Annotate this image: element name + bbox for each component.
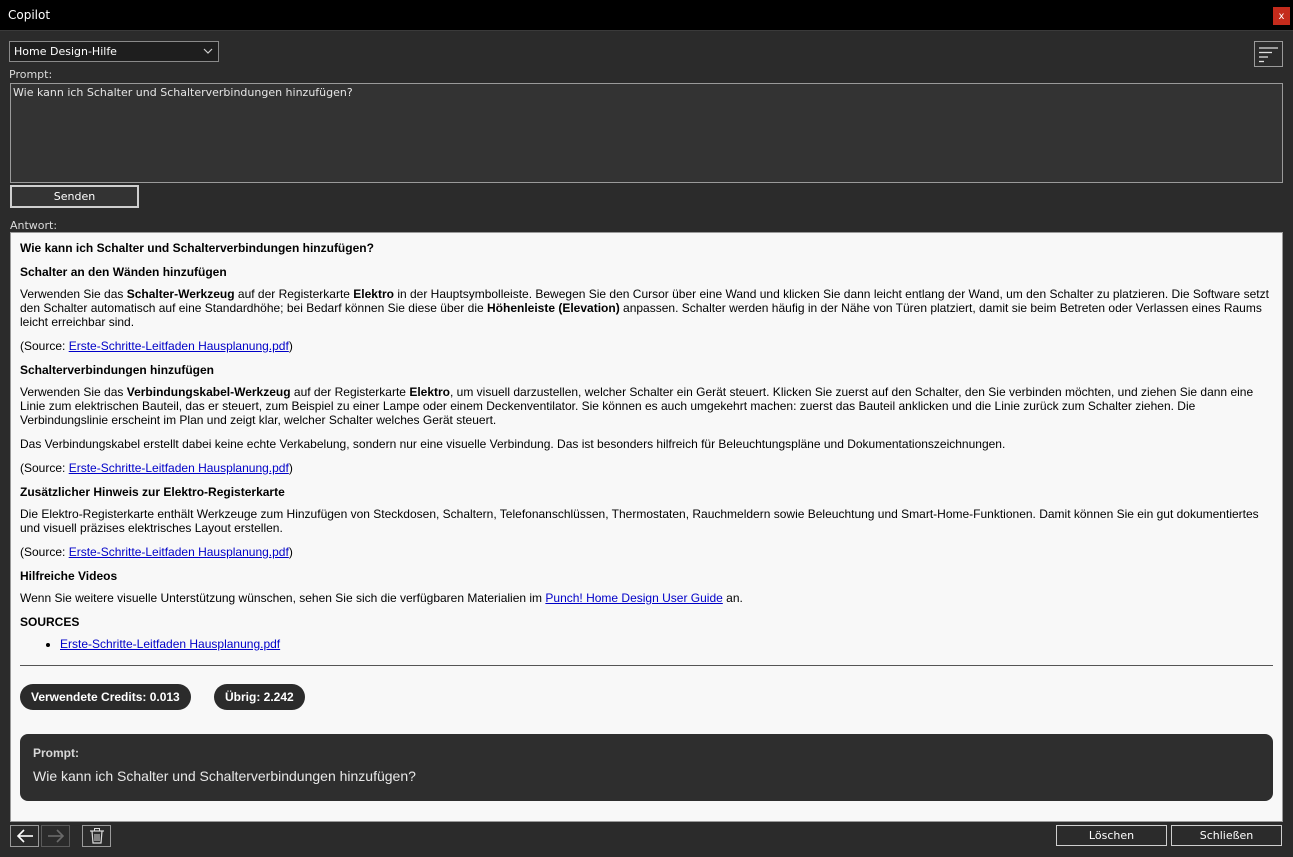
section-text-electro-tab: Die Elektro-Registerkarte enthält Werkze…	[20, 507, 1259, 535]
prompt-input[interactable]: Wie kann ich Schalter und Schalterverbin…	[10, 83, 1283, 183]
send-button[interactable]: Senden	[10, 185, 139, 208]
section-title-electro-tab: Zusätzlicher Hinweis zur Elektro-Registe…	[20, 485, 285, 499]
close-button[interactable]: Schließen	[1171, 825, 1282, 846]
sources-title: SOURCES	[20, 615, 80, 629]
section-title-connections: Schalterverbindungen hinzufügen	[20, 363, 215, 377]
sort-lines-icon	[1259, 47, 1278, 63]
answer-panel[interactable]: Wie kann ich Schalter und Schalterverbin…	[10, 232, 1283, 822]
menu-button[interactable]	[1254, 41, 1283, 67]
forward-button[interactable]	[41, 825, 70, 847]
credits-row: Verwendete Credits: 0.013 Übrig: 2.242	[20, 684, 1273, 710]
arrow-right-icon	[47, 829, 64, 843]
back-button[interactable]	[10, 825, 39, 847]
mode-dropdown-value: Home Design-Hilfe	[14, 45, 117, 58]
prompt-echo-label: Prompt:	[33, 746, 79, 760]
user-guide-link[interactable]: Punch! Home Design User Guide	[545, 591, 722, 605]
prompt-label: Prompt:	[9, 68, 53, 81]
credits-used-badge: Verwendete Credits: 0.013	[20, 684, 191, 710]
window-title: Copilot	[8, 8, 51, 22]
source-link[interactable]: Erste-Schritte-Leitfaden Hausplanung.pdf	[69, 339, 289, 353]
section-text-connections: Verwenden Sie das Verbindungskabel-Werkz…	[20, 385, 1254, 427]
sources-list: Erste-Schritte-Leitfaden Hausplanung.pdf	[60, 637, 1273, 651]
source-link[interactable]: Erste-Schritte-Leitfaden Hausplanung.pdf	[69, 461, 289, 475]
section-text-switches: Verwenden Sie das Schalter-Werkzeug auf …	[20, 287, 1269, 329]
answer-heading: Wie kann ich Schalter und Schalterverbin…	[20, 241, 374, 255]
section-text-connections-2: Das Verbindungskabel erstellt dabei kein…	[20, 437, 1006, 451]
section-text-videos: Wenn Sie weitere visuelle Unterstützung …	[20, 591, 743, 605]
source-line: (Source: Erste-Schritte-Leitfaden Hauspl…	[20, 339, 293, 353]
delete-button[interactable]: Löschen	[1056, 825, 1167, 846]
section-title-videos: Hilfreiche Videos	[20, 569, 118, 583]
prompt-echo-card: Prompt: Wie kann ich Schalter und Schalt…	[20, 734, 1273, 801]
trash-icon	[89, 828, 104, 844]
source-line: (Source: Erste-Schritte-Leitfaden Hauspl…	[20, 461, 293, 475]
chevron-down-icon	[203, 48, 213, 54]
answer-label: Antwort:	[10, 219, 58, 232]
section-title-switches: Schalter an den Wänden hinzufügen	[20, 265, 227, 279]
prompt-echo-text: Wie kann ich Schalter und Schalterverbin…	[33, 768, 416, 784]
credits-remaining-badge: Übrig: 2.242	[214, 684, 305, 710]
title-bar: Copilot x	[0, 0, 1293, 31]
list-item: Erste-Schritte-Leitfaden Hausplanung.pdf	[60, 637, 1273, 651]
source-line: (Source: Erste-Schritte-Leitfaden Hauspl…	[20, 545, 293, 559]
close-window-button[interactable]: x	[1273, 7, 1290, 25]
source-link[interactable]: Erste-Schritte-Leitfaden Hausplanung.pdf	[60, 637, 280, 651]
divider	[20, 665, 1273, 666]
arrow-left-icon	[16, 829, 33, 843]
mode-dropdown[interactable]: Home Design-Hilfe	[9, 41, 219, 62]
trash-button[interactable]	[82, 825, 111, 847]
source-link[interactable]: Erste-Schritte-Leitfaden Hausplanung.pdf	[69, 545, 289, 559]
